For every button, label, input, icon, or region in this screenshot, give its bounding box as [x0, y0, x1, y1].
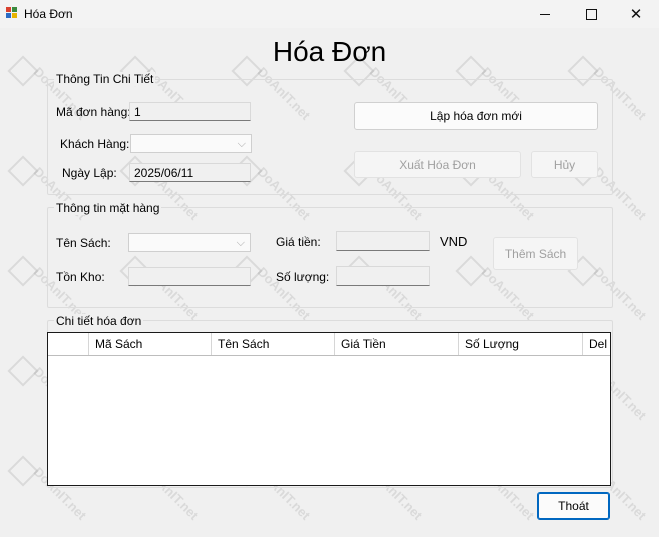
- date-field[interactable]: 2025/06/11: [129, 163, 251, 182]
- price-field[interactable]: [336, 231, 430, 251]
- price-label: Giá tiền:: [276, 235, 321, 249]
- quantity-field[interactable]: [336, 266, 430, 286]
- column-header-quantity[interactable]: Số Lượng: [459, 333, 583, 355]
- grid-header: Mã Sách Tên Sách Giá Tiền Số Lượng Del: [48, 333, 610, 356]
- invoice-info-group-title: Thông Tin Chi Tiết: [54, 72, 156, 86]
- chevron-down-icon: ⌵: [236, 237, 245, 249]
- column-header-book-id[interactable]: Mã Sách: [89, 333, 212, 355]
- minimize-button[interactable]: [522, 0, 568, 28]
- chevron-down-icon: ⌵: [237, 138, 246, 150]
- stock-label: Tồn Kho:: [56, 270, 105, 284]
- watermark-logo-icon: [7, 155, 39, 187]
- maximize-icon: [585, 8, 597, 20]
- exit-button[interactable]: Thoát: [537, 492, 610, 520]
- book-label: Tên Sách:: [56, 236, 111, 250]
- stock-field: [128, 267, 251, 286]
- item-info-group-title: Thông tin mặt hàng: [54, 201, 162, 215]
- column-header-price[interactable]: Giá Tiền: [335, 333, 459, 355]
- customer-label: Khách Hàng:: [60, 137, 130, 151]
- currency-label: VND: [440, 234, 468, 249]
- watermark-logo-icon: [7, 255, 39, 287]
- cancel-button[interactable]: Hủy: [531, 151, 598, 178]
- app-icon: [6, 7, 18, 19]
- watermark-logo-icon: [7, 355, 39, 387]
- column-header-book-name[interactable]: Tên Sách: [212, 333, 335, 355]
- window-title: Hóa Đơn: [24, 7, 73, 21]
- add-book-button[interactable]: Thêm Sách: [493, 237, 578, 270]
- quantity-label: Số lượng:: [276, 270, 330, 284]
- watermark-logo-icon: [7, 455, 39, 487]
- book-combobox[interactable]: ⌵: [128, 233, 251, 252]
- grid-row-header-cell: [48, 333, 89, 355]
- column-header-delete[interactable]: Del: [583, 333, 610, 355]
- export-invoice-button[interactable]: Xuất Hóa Đơn: [354, 151, 521, 178]
- invoice-details-group-title: Chi tiết hóa đơn: [54, 314, 144, 328]
- minimize-icon: [540, 13, 550, 15]
- order-id-label: Mã đơn hàng:: [56, 105, 131, 119]
- close-icon: ✕: [629, 6, 643, 23]
- maximize-button[interactable]: [568, 0, 614, 28]
- date-label: Ngày Lập:: [62, 166, 117, 180]
- order-id-field: 1: [129, 102, 251, 121]
- page-title: Hóa Đơn: [272, 36, 387, 67]
- title-bar: Hóa Đơn ✕: [0, 0, 659, 28]
- customer-combobox[interactable]: ⌵: [130, 134, 252, 153]
- new-invoice-button[interactable]: Lập hóa đơn mới: [354, 102, 598, 130]
- close-button[interactable]: ✕: [613, 0, 659, 28]
- invoice-details-grid[interactable]: Mã Sách Tên Sách Giá Tiền Số Lượng Del: [47, 332, 611, 486]
